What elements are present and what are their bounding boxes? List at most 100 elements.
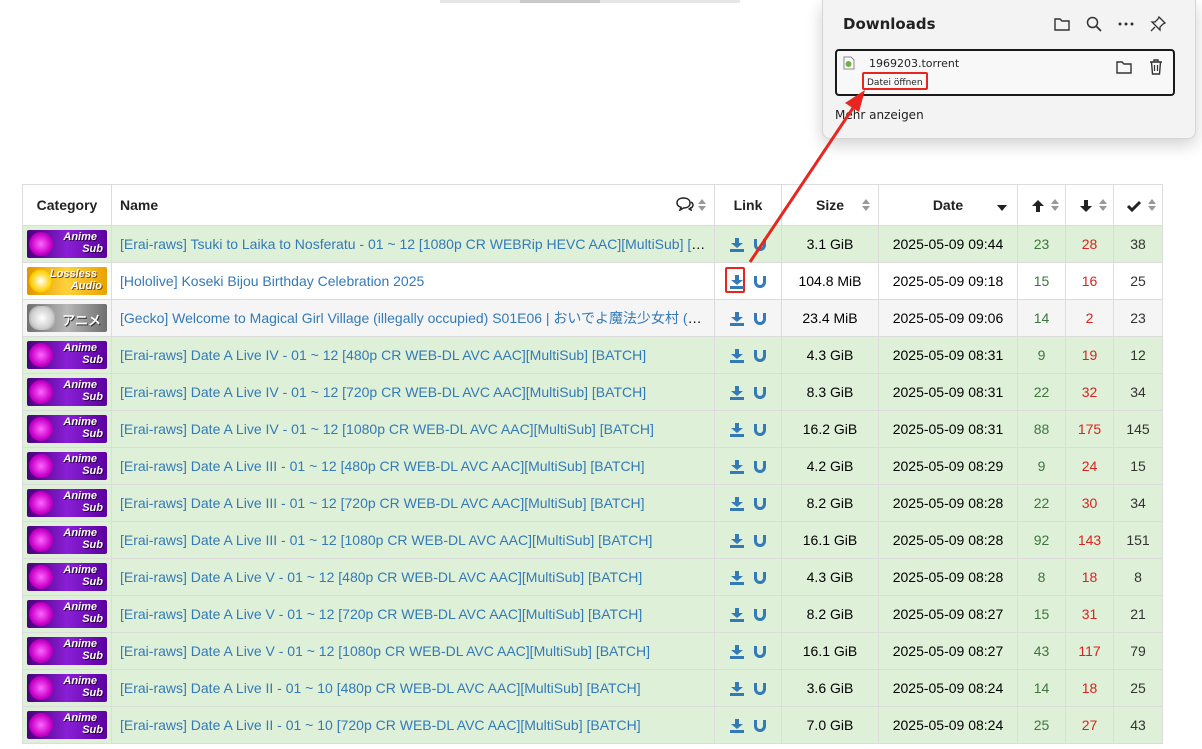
sort-size-icon[interactable] bbox=[862, 199, 870, 211]
category-badge[interactable]: Anime Sub bbox=[27, 563, 107, 591]
col-completed[interactable] bbox=[1113, 184, 1163, 226]
sort-leechers-icon[interactable] bbox=[1099, 199, 1107, 211]
completed-cell: 151 bbox=[1113, 521, 1163, 559]
search-icon[interactable] bbox=[1085, 15, 1103, 33]
magnet-icon[interactable] bbox=[753, 386, 766, 400]
category-badge[interactable]: Anime Sub bbox=[27, 415, 107, 443]
torrent-name-link[interactable]: [Erai-raws] Date A Live II - 01 ~ 10 [72… bbox=[120, 717, 641, 733]
magnet-icon[interactable] bbox=[753, 497, 766, 511]
delete-icon[interactable] bbox=[1147, 58, 1165, 76]
col-category[interactable]: Category bbox=[22, 184, 112, 226]
category-badge[interactable]: Anime Sub bbox=[27, 378, 107, 406]
seeders-cell: 22 bbox=[1017, 484, 1066, 522]
magnet-icon[interactable] bbox=[753, 423, 766, 437]
sort-name-icon[interactable] bbox=[698, 199, 706, 211]
category-orb-icon bbox=[29, 565, 53, 589]
magnet-icon[interactable] bbox=[753, 460, 766, 474]
torrent-name-link[interactable]: [Erai-raws] Date A Live III - 01 ~ 12 [4… bbox=[120, 458, 645, 474]
torrent-name-link[interactable]: [Erai-raws] Date A Live IV - 01 ~ 12 [48… bbox=[120, 347, 646, 363]
category-badge[interactable]: Anime Sub bbox=[27, 600, 107, 628]
download-torrent-icon[interactable] bbox=[730, 645, 745, 660]
sort-seeders-icon[interactable] bbox=[1051, 199, 1059, 211]
category-badge[interactable]: Anime Sub bbox=[27, 230, 107, 258]
link-cell bbox=[714, 336, 782, 374]
more-options-icon[interactable] bbox=[1117, 15, 1135, 33]
magnet-icon[interactable] bbox=[753, 534, 766, 548]
category-cell: Anime Sub bbox=[22, 632, 112, 670]
magnet-icon[interactable] bbox=[753, 719, 766, 733]
magnet-icon[interactable] bbox=[753, 645, 766, 659]
download-torrent-icon[interactable] bbox=[730, 460, 745, 475]
magnet-icon[interactable] bbox=[753, 608, 766, 622]
download-torrent-icon[interactable] bbox=[730, 238, 745, 253]
magnet-icon[interactable] bbox=[753, 571, 766, 585]
download-torrent-icon[interactable] bbox=[730, 682, 745, 697]
sort-completed-icon[interactable] bbox=[1148, 199, 1156, 211]
torrent-name-link[interactable]: [Erai-raws] Date A Live IV - 01 ~ 12 [10… bbox=[120, 421, 654, 437]
col-name[interactable]: Name bbox=[111, 184, 715, 226]
seeders-cell: 92 bbox=[1017, 521, 1066, 559]
download-torrent-icon[interactable] bbox=[730, 349, 745, 364]
download-item[interactable]: 1969203.torrent Datei öffnen bbox=[835, 49, 1175, 96]
category-cell: Anime Sub bbox=[22, 669, 112, 707]
magnet-icon[interactable] bbox=[753, 682, 766, 696]
torrent-name-link[interactable]: [Erai-raws] Date A Live V - 01 ~ 12 [480… bbox=[120, 569, 642, 585]
col-date[interactable]: Date bbox=[878, 184, 1018, 226]
category-orb-icon bbox=[29, 528, 53, 552]
torrent-name-link[interactable]: [Erai-raws] Date A Live V - 01 ~ 12 [720… bbox=[120, 606, 642, 622]
torrent-name-link[interactable]: [Erai-raws] Date A Live IV - 01 ~ 12 [72… bbox=[120, 384, 646, 400]
download-torrent-icon[interactable] bbox=[730, 423, 745, 438]
seeders-cell: 43 bbox=[1017, 632, 1066, 670]
size-cell: 8.2 GiB bbox=[781, 484, 879, 522]
table-header-row: Category Name Link Size Date bbox=[22, 184, 1163, 226]
sort-desc-icon[interactable] bbox=[997, 205, 1007, 211]
category-badge[interactable]: アニメ bbox=[27, 304, 107, 332]
category-badge[interactable]: Anime Sub bbox=[27, 711, 107, 739]
category-image-icon bbox=[29, 306, 55, 330]
download-torrent-icon[interactable] bbox=[730, 312, 745, 327]
pin-icon[interactable] bbox=[1149, 15, 1167, 33]
download-torrent-icon[interactable] bbox=[730, 608, 745, 623]
table-row: Anime Sub [Erai-raws] Date A Live V - 01… bbox=[22, 595, 1163, 633]
magnet-icon[interactable] bbox=[753, 275, 766, 289]
open-folder-icon[interactable] bbox=[1053, 15, 1071, 33]
show-in-folder-icon[interactable] bbox=[1115, 58, 1133, 76]
col-size[interactable]: Size bbox=[781, 184, 879, 226]
torrent-name-link[interactable]: [Erai-raws] Date A Live III - 01 ~ 12 [7… bbox=[120, 495, 645, 511]
magnet-icon[interactable] bbox=[753, 238, 766, 252]
category-badge[interactable]: Lossless Audio bbox=[27, 267, 107, 295]
magnet-icon[interactable] bbox=[753, 349, 766, 363]
category-badge[interactable]: Anime Sub bbox=[27, 341, 107, 369]
col-seeders[interactable] bbox=[1017, 184, 1066, 226]
download-torrent-icon[interactable] bbox=[730, 497, 745, 512]
category-label: Anime bbox=[63, 675, 97, 687]
category-cell: Anime Sub bbox=[22, 521, 112, 559]
torrent-name-link[interactable]: [Gecko] Welcome to Magical Girl Village … bbox=[120, 310, 714, 326]
torrent-name-link[interactable]: [Erai-raws] Date A Live V - 01 ~ 12 [108… bbox=[120, 643, 650, 659]
torrent-name-link[interactable]: [Erai-raws] Date A Live III - 01 ~ 12 [1… bbox=[120, 532, 652, 548]
magnet-icon[interactable] bbox=[753, 312, 766, 326]
date-cell: 2025-05-09 09:06 bbox=[878, 299, 1018, 337]
download-torrent-icon[interactable] bbox=[730, 719, 745, 734]
link-cell bbox=[714, 595, 782, 633]
download-torrent-icon[interactable] bbox=[730, 534, 745, 549]
category-badge[interactable]: Anime Sub bbox=[27, 637, 107, 665]
category-badge[interactable]: Anime Sub bbox=[27, 489, 107, 517]
leechers-cell: 143 bbox=[1065, 521, 1114, 559]
download-torrent-icon[interactable] bbox=[730, 386, 745, 401]
torrent-name-link[interactable]: [Erai-raws] Tsuki to Laika to Nosferatu … bbox=[120, 236, 714, 252]
torrent-name-link[interactable]: [Hololive] Koseki Bijou Birthday Celebra… bbox=[120, 273, 424, 289]
col-leechers[interactable] bbox=[1065, 184, 1114, 226]
category-label: アニメ bbox=[62, 313, 101, 328]
category-cell: Anime Sub bbox=[22, 225, 112, 263]
download-torrent-icon[interactable] bbox=[730, 571, 745, 586]
torrent-name-link[interactable]: [Erai-raws] Date A Live II - 01 ~ 10 [48… bbox=[120, 680, 641, 696]
download-torrent-icon[interactable] bbox=[730, 275, 745, 290]
category-badge[interactable]: Anime Sub bbox=[27, 674, 107, 702]
show-more-link[interactable]: Mehr anzeigen bbox=[835, 108, 924, 122]
open-file-link[interactable]: Datei öffnen bbox=[862, 72, 928, 90]
date-cell: 2025-05-09 08:24 bbox=[878, 706, 1018, 744]
category-badge[interactable]: Anime Sub bbox=[27, 452, 107, 480]
category-badge[interactable]: Anime Sub bbox=[27, 526, 107, 554]
category-orb-icon bbox=[29, 380, 53, 404]
